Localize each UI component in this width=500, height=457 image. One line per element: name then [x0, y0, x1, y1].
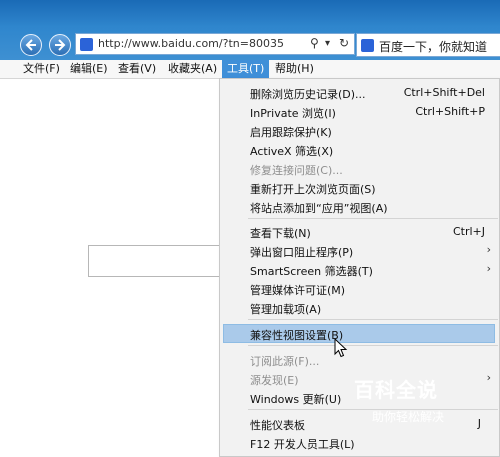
forward-button[interactable]: [49, 34, 71, 56]
menu-separator: [248, 345, 498, 346]
menu-item-inprivate[interactable]: InPrivate 浏览(I) Ctrl+Shift+P: [220, 102, 499, 121]
menu-item-smartscreen[interactable]: SmartScreen 筛选器(T) ›: [220, 260, 499, 279]
menu-item-manage-addons[interactable]: 管理加载项(A): [220, 298, 499, 317]
watermark-title: 百科全说: [354, 378, 438, 402]
menu-file[interactable]: 文件(F): [21, 60, 62, 78]
menu-separator: [248, 319, 498, 320]
menu-item-f12-devtools[interactable]: F12 开发人员工具(L): [220, 433, 499, 452]
address-bar[interactable]: http://www.baidu.com/?tn=80035161_1_c ⚲ …: [75, 33, 355, 55]
baidu-search-input[interactable]: [88, 245, 228, 277]
menu-tools[interactable]: 工具(T): [222, 60, 270, 78]
submenu-arrow-icon: ›: [486, 262, 491, 275]
back-arrow-icon: [25, 39, 36, 51]
menu-bar: 文件(F) 编辑(E) 查看(V) 收藏夹(A) 工具(T) 帮助(H): [0, 60, 500, 79]
menu-item-media-licenses[interactable]: 管理媒体许可证(M): [220, 279, 499, 298]
refresh-icon[interactable]: ↻: [339, 36, 349, 50]
menu-item-popup-blocker[interactable]: 弹出窗口阻止程序(P) ›: [220, 241, 499, 260]
menu-item-delete-history[interactable]: 删除浏览历史记录(D)... Ctrl+Shift+Del: [220, 83, 499, 102]
baidu-favicon-icon: [80, 38, 93, 51]
menu-item-tracking-protection[interactable]: 启用跟踪保护(K): [220, 121, 499, 140]
back-button[interactable]: [20, 34, 42, 56]
tab-title: 百度一下，你就知道: [379, 40, 488, 54]
watermark: 百科全说 助你轻松解决: [354, 374, 469, 432]
search-icon[interactable]: ⚲: [310, 36, 319, 50]
menu-item-reopen-session[interactable]: 重新打开上次浏览页面(S): [220, 178, 499, 197]
submenu-arrow-icon: ›: [486, 243, 491, 256]
menu-item-activex-filter[interactable]: ActiveX 筛选(X): [220, 140, 499, 159]
menu-help[interactable]: 帮助(H): [273, 60, 316, 78]
forward-arrow-icon: [55, 39, 66, 51]
address-dropdown-icon[interactable]: ▾: [325, 38, 330, 49]
address-url[interactable]: http://www.baidu.com/?tn=80035161_1_c: [98, 37, 284, 50]
menu-item-fix-connection: 修复连接问题(C)...: [250, 164, 343, 177]
menu-item-view-downloads[interactable]: 查看下载(N) Ctrl+J: [220, 222, 499, 241]
menu-favorites[interactable]: 收藏夹(A): [166, 60, 219, 78]
menu-item-add-to-apps[interactable]: 将站点添加到“应用”视图(A): [220, 197, 499, 216]
menu-item-compat-view-settings[interactable]: 兼容性视图设置(B): [220, 324, 499, 343]
menu-separator: [248, 218, 498, 219]
menu-edit[interactable]: 编辑(E): [68, 60, 110, 78]
tab-favicon-icon: [361, 39, 374, 52]
menu-item-subscribe-feed: 订阅此源(F)...: [250, 355, 320, 368]
submenu-arrow-icon: ›: [486, 371, 491, 384]
browser-tab[interactable]: 百度一下，你就知道: [356, 33, 500, 57]
watermark-subtitle: 助你轻松解决: [372, 410, 445, 424]
menu-view[interactable]: 查看(V): [116, 60, 158, 78]
